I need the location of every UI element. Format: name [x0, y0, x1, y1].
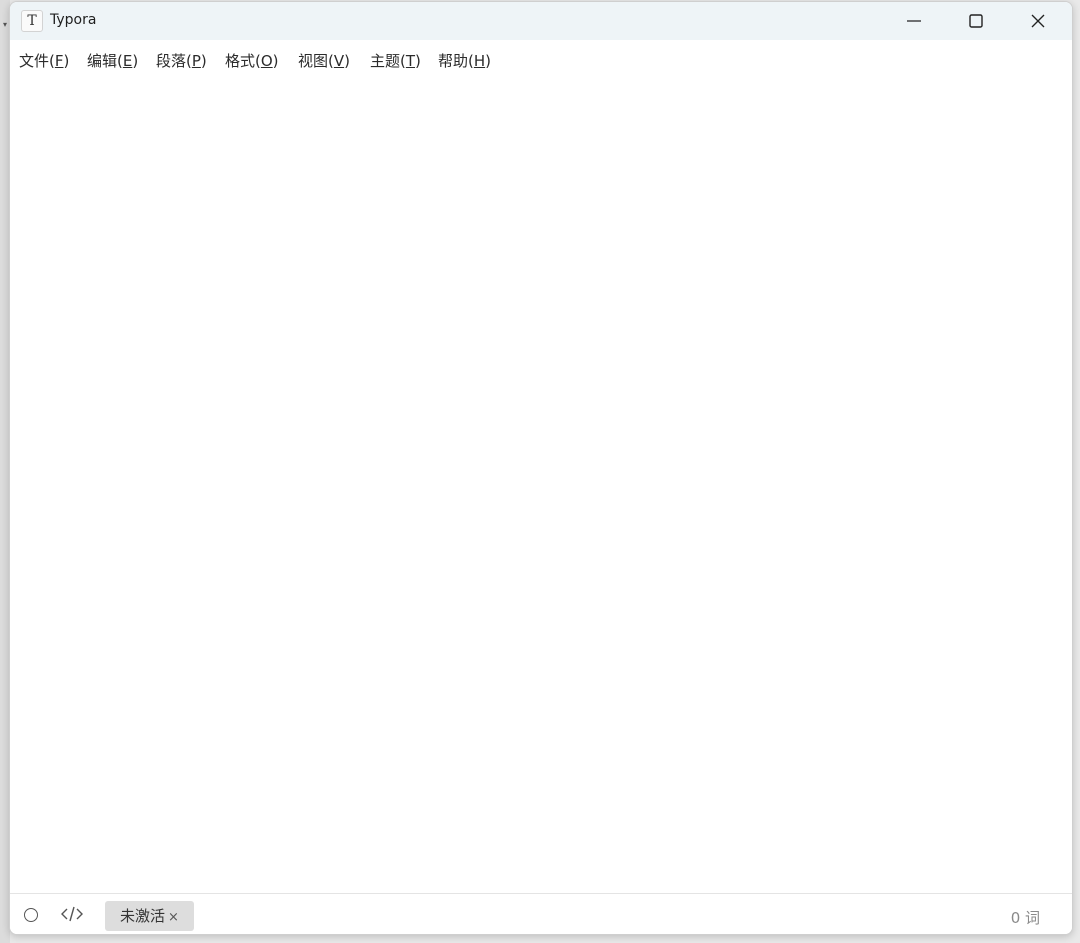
menu-view-accel: V: [333, 52, 345, 70]
menu-theme[interactable]: 主题(T): [370, 50, 421, 71]
titlebar[interactable]: T Typora: [10, 2, 1072, 40]
menu-format[interactable]: 格式(O): [225, 50, 279, 71]
menu-edit-accel: E: [122, 52, 133, 70]
word-count[interactable]: 0 词: [1011, 907, 1040, 928]
menu-theme-label: 主题(: [370, 52, 406, 70]
menu-paragraph-accel: P: [191, 52, 201, 70]
window-title: Typora: [50, 12, 97, 28]
menu-edit-suffix: ): [132, 52, 139, 70]
menubar: 文件(F) 编辑(E) 段落(P) 格式(O) 视图(V) 主题(T) 帮助(H…: [10, 40, 1072, 78]
menu-help[interactable]: 帮助(H): [438, 50, 491, 71]
menu-paragraph-suffix: ): [200, 52, 207, 70]
menu-edit-label: 编辑(: [87, 52, 123, 70]
maximize-button[interactable]: [945, 2, 1007, 40]
desktop-dropdown-icon: ▾: [3, 20, 8, 29]
menu-help-suffix: ): [485, 52, 491, 70]
menu-view[interactable]: 视图(V): [298, 50, 350, 71]
menu-file-suffix: ): [63, 52, 70, 70]
close-icon: [1031, 14, 1045, 28]
menu-edit[interactable]: 编辑(E): [87, 50, 138, 71]
menu-paragraph-label: 段落(: [156, 52, 192, 70]
menu-file[interactable]: 文件(F): [19, 50, 69, 71]
minimize-button[interactable]: [883, 2, 945, 40]
editor-area[interactable]: [10, 78, 1072, 893]
badge-close-icon[interactable]: ×: [168, 910, 179, 925]
menu-view-label: 视图(: [298, 52, 334, 70]
statusbar: 未激活 × 0 词: [10, 893, 1072, 934]
menu-help-label: 帮助(: [438, 52, 474, 70]
source-code-icon[interactable]: [60, 905, 84, 923]
menu-view-suffix: ): [344, 52, 350, 70]
menu-format-accel: O: [260, 52, 273, 70]
maximize-icon: [969, 14, 983, 28]
menu-help-accel: H: [473, 52, 486, 70]
outline-toggle-icon[interactable]: [24, 908, 38, 922]
close-button[interactable]: [1007, 2, 1069, 40]
menu-theme-accel: T: [405, 52, 416, 70]
activation-label: 未激活: [120, 907, 166, 925]
minimize-icon: [907, 20, 921, 22]
activation-badge[interactable]: 未激活 ×: [105, 901, 194, 931]
menu-format-label: 格式(: [225, 52, 261, 70]
menu-file-label: 文件(: [19, 52, 55, 70]
typora-window: T Typora 文件(F) 编辑(E) 段落(P) 格式(O) 视图(V) 主…: [9, 1, 1073, 935]
menu-file-accel: F: [54, 52, 64, 70]
menu-format-suffix: ): [272, 52, 279, 70]
typora-app-icon: T: [21, 10, 43, 32]
menu-theme-suffix: ): [415, 52, 421, 70]
menu-paragraph[interactable]: 段落(P): [156, 50, 207, 71]
